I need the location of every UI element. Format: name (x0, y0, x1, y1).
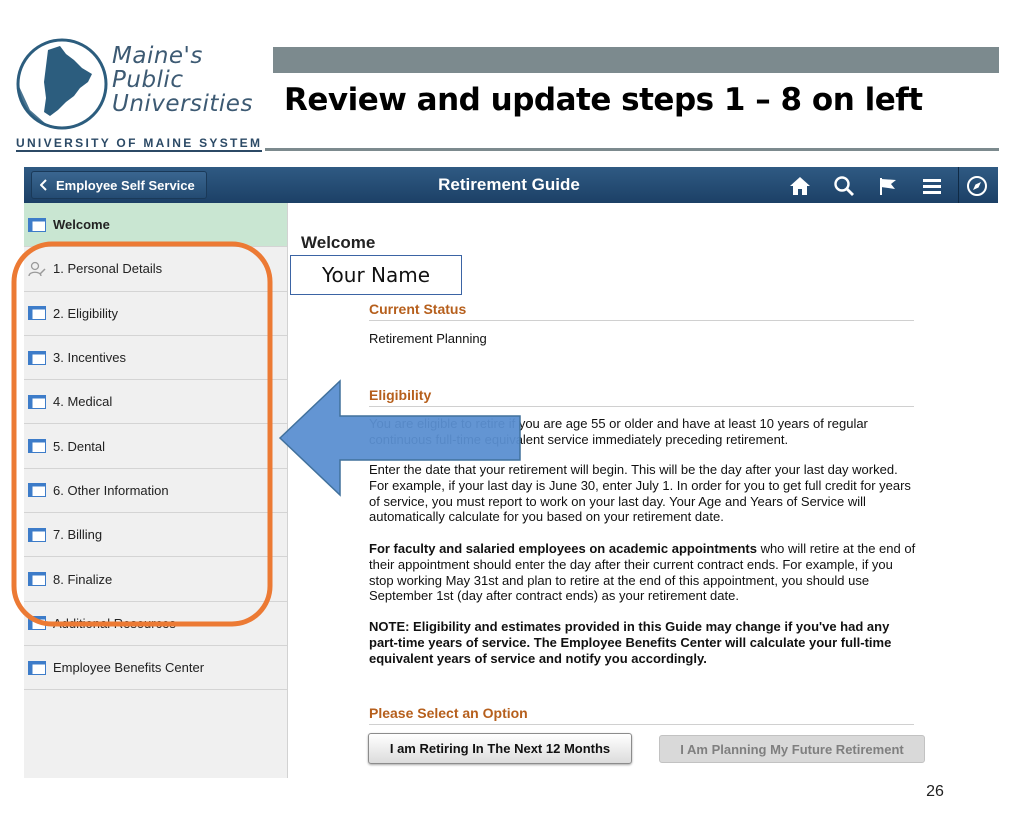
header-rule (265, 148, 999, 151)
app-title: Retirement Guide (438, 175, 580, 194)
sidebar-item-personal-details[interactable]: 1. Personal Details (24, 247, 287, 292)
sidebar-item-label: 6. Other Information (53, 482, 169, 498)
eligibility-paragraph-1: You are eligible to retire if you are ag… (369, 416, 868, 447)
logo-line-3: Universities (112, 91, 253, 117)
sidebar-item-label: 4. Medical (53, 394, 113, 410)
navbar-icon[interactable] (964, 173, 990, 199)
app-topbar: Employee Self Service Retirement Guide (24, 167, 998, 203)
slide-page-number: 26 (926, 783, 944, 800)
sidebar-item-label: Welcome (53, 217, 110, 233)
page-icon (28, 660, 46, 675)
page-icon (28, 394, 46, 409)
logo-subtitle: UNIVERSITY OF MAINE SYSTEM (16, 136, 263, 150)
flag-icon[interactable] (875, 173, 901, 199)
back-button-label: Employee Self Service (56, 177, 195, 193)
sidebar-item-medical[interactable]: 4. Medical (24, 380, 287, 425)
page-heading: Welcome (301, 233, 376, 252)
header-bar (273, 47, 999, 73)
sidebar-item-label: Additional Resources (53, 615, 176, 631)
page-icon (28, 527, 46, 542)
sidebar-item-label: 1. Personal Details (53, 261, 163, 277)
page-icon (28, 483, 46, 498)
retirement-guide-window: Employee Self Service Retirement Guide W… (24, 167, 998, 778)
current-status-value: Retirement Planning (369, 331, 487, 346)
sidebar-item-employee-benefits-center[interactable]: Employee Benefits Center (24, 646, 287, 691)
employee-self-service-back-button[interactable]: Employee Self Service (31, 171, 207, 199)
select-option-heading: Please Select an Option (369, 705, 914, 725)
guide-content: Welcome Your Name Current Status Retirem… (288, 203, 998, 778)
sidebar-item-finalize[interactable]: 8. Finalize (24, 557, 287, 602)
eligibility-heading: Eligibility (369, 387, 914, 407)
eligibility-paragraph-2: Enter the date that your retirement will… (369, 462, 911, 525)
search-icon[interactable] (831, 173, 857, 199)
maine-map-icon (16, 38, 108, 130)
guide-sidebar: Welcome 1. Personal Details 2. Eligibili… (24, 203, 288, 778)
sidebar-item-additional-resources[interactable]: Additional Resources (24, 602, 287, 646)
sidebar-item-welcome[interactable]: Welcome (24, 203, 287, 248)
toolbar-separator (958, 167, 959, 203)
page-icon (28, 306, 46, 321)
sidebar-item-label: 2. Eligibility (53, 305, 119, 321)
sidebar-item-label: 5. Dental (53, 438, 106, 454)
logo-underline (16, 150, 262, 152)
chevron-left-icon (40, 179, 47, 191)
your-name-callout: Your Name (290, 255, 462, 295)
planning-future-retirement-button[interactable]: I Am Planning My Future Retirement (659, 735, 925, 763)
logo-wordmark: Maine's Public Universities (112, 44, 253, 116)
slide-title: Review and update steps 1 – 8 on left (284, 82, 923, 118)
sidebar-item-eligibility[interactable]: 2. Eligibility (24, 292, 287, 336)
logo-line-2: Public (112, 67, 184, 93)
menu-icon[interactable] (919, 173, 945, 199)
sidebar-item-dental[interactable]: 5. Dental (24, 424, 287, 469)
page-icon (28, 350, 46, 365)
sidebar-item-other-information[interactable]: 6. Other Information (24, 469, 287, 514)
page-icon (28, 616, 46, 631)
page-icon (28, 439, 46, 454)
retiring-next-12-months-button[interactable]: I am Retiring In The Next 12 Months (368, 733, 632, 764)
current-status-heading: Current Status (369, 301, 914, 321)
sidebar-item-billing[interactable]: 7. Billing (24, 513, 287, 558)
eligibility-note: NOTE: Eligibility and estimates provided… (369, 619, 892, 666)
home-icon[interactable] (787, 173, 813, 199)
logo-line-1: Maine's (112, 43, 203, 69)
sidebar-item-label: 8. Finalize (53, 571, 113, 587)
sidebar-item-incentives[interactable]: 3. Incentives (24, 336, 287, 381)
sidebar-item-label: Employee Benefits Center (53, 660, 205, 676)
eligibility-paragraph-3: For faculty and salaried employees on ac… (369, 541, 917, 604)
sidebar-item-label: 7. Billing (53, 527, 103, 543)
umaine-logo: Maine's Public Universities UNIVERSITY O… (14, 36, 264, 154)
sidebar-item-label: 3. Incentives (53, 350, 126, 366)
faculty-emphasis: For faculty and salaried employees on ac… (369, 541, 757, 556)
page-icon (28, 217, 46, 232)
page-icon (28, 572, 46, 587)
person-edit-icon (28, 261, 46, 277)
